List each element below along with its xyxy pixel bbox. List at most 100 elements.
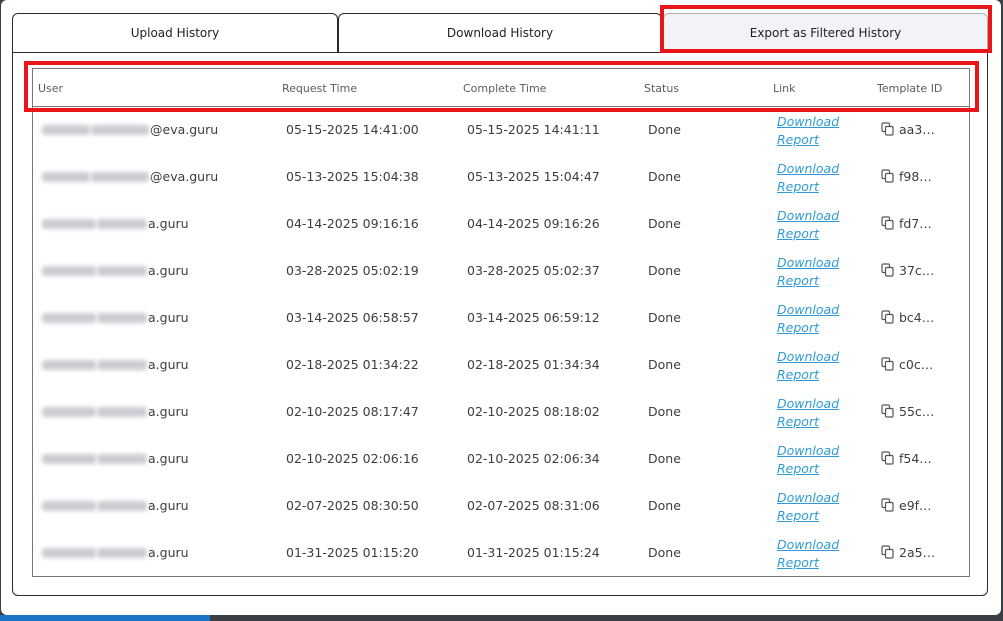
table-header: User Request Time Complete Time Status L… bbox=[33, 69, 969, 107]
tab-upload-history[interactable]: Upload History bbox=[12, 13, 338, 52]
download-report-link[interactable]: Download Report bbox=[777, 207, 839, 243]
download-report-link[interactable]: Download Report bbox=[777, 536, 839, 572]
status-cell: Done bbox=[648, 169, 681, 184]
table-row: a.guru 03-14-2025 06:58:57 03-14-2025 06:5… bbox=[33, 295, 969, 342]
download-report-link[interactable]: Download Report bbox=[777, 254, 839, 290]
user-email-suffix: a.guru bbox=[148, 498, 189, 513]
user-email-suffix: a.guru bbox=[148, 263, 189, 278]
user-cell: a.guru bbox=[42, 545, 189, 560]
download-report-link-line2[interactable]: Report bbox=[777, 507, 839, 525]
template-id-value: 37c… bbox=[899, 263, 935, 278]
complete-time-cell: 03-28-2025 05:02:37 bbox=[467, 263, 600, 278]
download-report-link-line2[interactable]: Report bbox=[777, 319, 839, 337]
download-report-link[interactable]: Download Report bbox=[777, 301, 839, 337]
complete-time-cell: 01-31-2025 01:15:24 bbox=[467, 545, 600, 560]
download-report-link-line2[interactable]: Report bbox=[777, 554, 839, 572]
template-id-cell: f98… bbox=[881, 167, 932, 184]
table-row: a.guru 02-18-2025 01:34:22 02-18-2025 01:3… bbox=[33, 342, 969, 389]
download-report-link-line2[interactable]: Report bbox=[777, 178, 839, 196]
table-row: a.guru 02-10-2025 08:17:47 02-10-2025 08:1… bbox=[33, 389, 969, 436]
copy-icon[interactable] bbox=[881, 356, 894, 371]
tab-export-filtered-history[interactable]: Export as Filtered History bbox=[663, 13, 988, 52]
status-cell: Done bbox=[648, 404, 681, 419]
request-time-cell: 03-28-2025 05:02:19 bbox=[286, 263, 419, 278]
redacted-name bbox=[42, 359, 148, 370]
request-time-cell: 05-13-2025 15:04:38 bbox=[286, 169, 419, 184]
download-report-link-line1[interactable]: Download bbox=[777, 207, 839, 225]
download-report-link-line2[interactable]: Report bbox=[777, 460, 839, 478]
template-id-cell: 37c… bbox=[881, 261, 934, 278]
user-email-suffix: a.guru bbox=[148, 545, 189, 560]
download-report-link[interactable]: Download Report bbox=[777, 160, 839, 196]
template-id-cell: 2a5… bbox=[881, 543, 935, 560]
copy-icon[interactable] bbox=[881, 121, 894, 136]
user-cell: a.guru bbox=[42, 310, 189, 325]
template-id-value: f98… bbox=[899, 169, 932, 184]
copy-icon[interactable] bbox=[881, 215, 894, 230]
download-report-link-line1[interactable]: Download bbox=[777, 442, 839, 460]
request-time-cell: 02-10-2025 02:06:16 bbox=[286, 451, 419, 466]
table-row: a.guru 01-31-2025 01:15:20 01-31-2025 01:1… bbox=[33, 530, 969, 577]
request-time-cell: 03-14-2025 06:58:57 bbox=[286, 310, 419, 325]
download-report-link-line1[interactable]: Download bbox=[777, 348, 839, 366]
request-time-cell: 02-10-2025 08:17:47 bbox=[286, 404, 419, 419]
status-cell: Done bbox=[648, 357, 681, 372]
history-table: User Request Time Complete Time Status L… bbox=[32, 68, 970, 577]
template-id-cell: f54… bbox=[881, 449, 932, 466]
copy-icon[interactable] bbox=[881, 544, 894, 559]
download-report-link-line2[interactable]: Report bbox=[777, 272, 839, 290]
download-report-link-line1[interactable]: Download bbox=[777, 536, 839, 554]
redacted-name bbox=[42, 312, 148, 323]
complete-time-cell: 04-14-2025 09:16:26 bbox=[467, 216, 600, 231]
copy-icon[interactable] bbox=[881, 497, 894, 512]
download-report-link-line2[interactable]: Report bbox=[777, 131, 839, 149]
download-report-link-line2[interactable]: Report bbox=[777, 225, 839, 243]
download-report-link[interactable]: Download Report bbox=[777, 442, 839, 478]
status-cell: Done bbox=[648, 263, 681, 278]
download-report-link-line1[interactable]: Download bbox=[777, 489, 839, 507]
table-row: a.guru 03-28-2025 05:02:19 03-28-2025 05:0… bbox=[33, 248, 969, 295]
download-report-link-line1[interactable]: Download bbox=[777, 301, 839, 319]
complete-time-cell: 02-10-2025 02:06:34 bbox=[467, 451, 600, 466]
copy-icon[interactable] bbox=[881, 168, 894, 183]
tab-download-history[interactable]: Download History bbox=[338, 13, 662, 52]
template-id-cell: bc4… bbox=[881, 308, 934, 325]
header-template-id: Template ID bbox=[877, 82, 943, 95]
template-id-cell: fd7… bbox=[881, 214, 932, 231]
copy-icon[interactable] bbox=[881, 262, 894, 277]
request-time-cell: 04-14-2025 09:16:16 bbox=[286, 216, 419, 231]
table-row: a.guru 02-07-2025 08:30:50 02-07-2025 08:3… bbox=[33, 483, 969, 530]
download-report-link[interactable]: Download Report bbox=[777, 395, 839, 431]
download-report-link[interactable]: Download Report bbox=[777, 348, 839, 384]
download-report-link-line1[interactable]: Download bbox=[777, 160, 839, 178]
copy-icon[interactable] bbox=[881, 403, 894, 418]
background-taskbar-strip bbox=[0, 615, 210, 621]
redacted-name bbox=[42, 453, 148, 464]
header-status: Status bbox=[644, 82, 680, 95]
redacted-name bbox=[42, 265, 148, 276]
download-report-link-line2[interactable]: Report bbox=[777, 413, 839, 431]
template-id-value: bc4… bbox=[899, 310, 935, 325]
download-report-link[interactable]: Download Report bbox=[777, 113, 839, 149]
download-report-link-line1[interactable]: Download bbox=[777, 254, 839, 272]
template-id-cell: c0c… bbox=[881, 355, 933, 372]
complete-time-cell: 03-14-2025 06:59:12 bbox=[467, 310, 600, 325]
redacted-name bbox=[42, 406, 148, 417]
template-id-value: fd7… bbox=[899, 216, 932, 231]
copy-icon[interactable] bbox=[881, 309, 894, 324]
user-email-suffix: a.guru bbox=[148, 216, 189, 231]
status-cell: Done bbox=[648, 122, 681, 137]
download-report-link[interactable]: Download Report bbox=[777, 489, 839, 525]
complete-time-cell: 05-13-2025 15:04:47 bbox=[467, 169, 600, 184]
copy-icon[interactable] bbox=[881, 450, 894, 465]
redacted-name bbox=[42, 547, 148, 558]
complete-time-cell: 05-15-2025 14:41:11 bbox=[467, 122, 600, 137]
download-report-link-line2[interactable]: Report bbox=[777, 366, 839, 384]
download-report-link-line1[interactable]: Download bbox=[777, 395, 839, 413]
status-cell: Done bbox=[648, 216, 681, 231]
request-time-cell: 01-31-2025 01:15:20 bbox=[286, 545, 419, 560]
download-report-link-line1[interactable]: Download bbox=[777, 113, 839, 131]
template-id-value: aa3… bbox=[899, 122, 935, 137]
status-cell: Done bbox=[648, 451, 681, 466]
template-id-cell: e9f… bbox=[881, 496, 932, 513]
